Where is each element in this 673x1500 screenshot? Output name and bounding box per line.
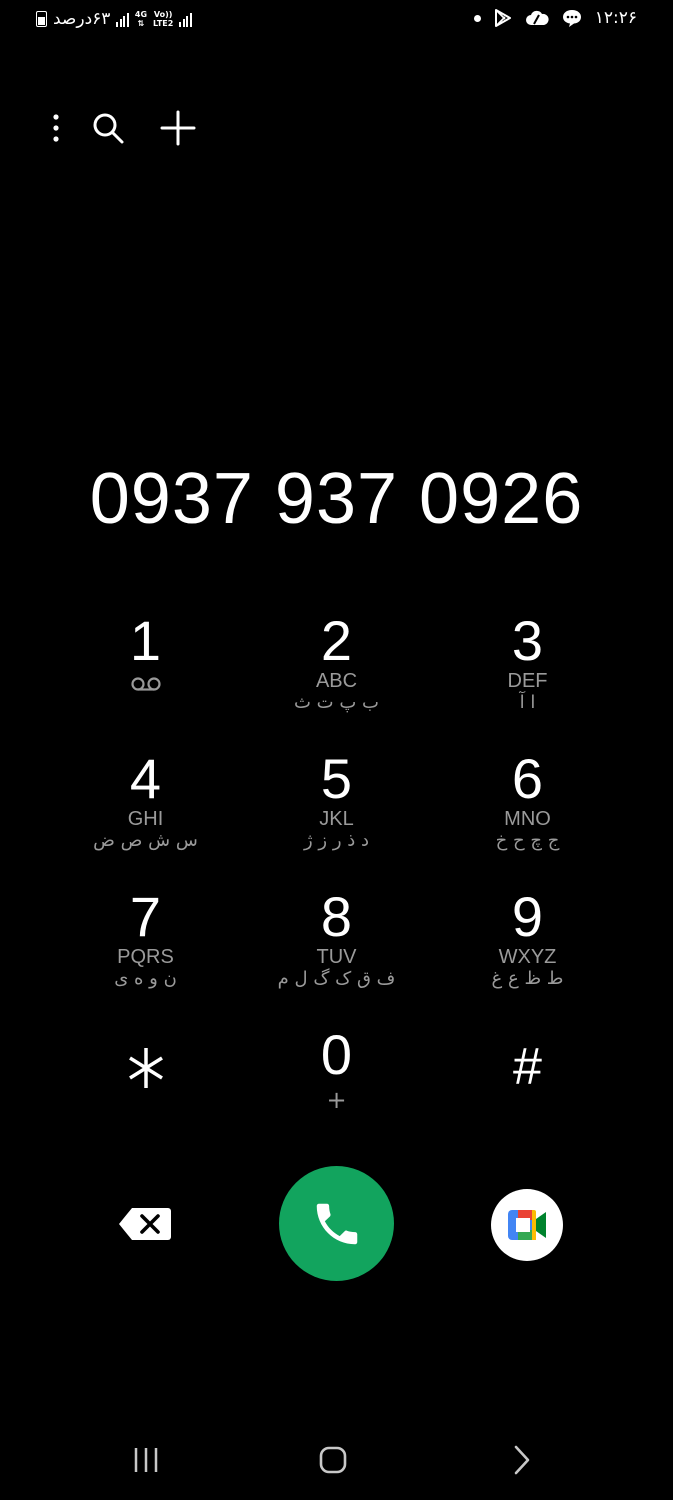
call-button[interactable] [279, 1166, 394, 1281]
key-7[interactable]: 7 PQRS ن و ه ی [50, 886, 241, 1024]
video-call-button[interactable] [491, 1189, 563, 1261]
volte-label: Vo)) [153, 10, 173, 19]
key-persian-letters: د ذ ر ز ژ [304, 830, 369, 851]
key-letters: GHI [127, 808, 164, 830]
more-options-button[interactable] [40, 106, 72, 150]
signal-bars-icon [116, 11, 129, 27]
system-navigation-bar [0, 1430, 673, 1490]
key-6[interactable]: 6 MNO ج چ ح خ [432, 748, 623, 886]
more-vert-icon [53, 114, 59, 142]
key-digit: 2 [320, 609, 353, 672]
status-left: ۶۳درصد 4G ⇅ Vo)) LTE2 [36, 9, 192, 29]
recents-icon [134, 1448, 158, 1472]
key-digit: 5 [320, 747, 353, 810]
key-plus: + [326, 1086, 347, 1114]
recents-button[interactable] [126, 1440, 166, 1480]
key-digit: 3 [511, 609, 544, 672]
key-persian-letters: ن و ه ی [114, 968, 177, 989]
key-letters: MNO [504, 808, 551, 830]
battery-text: ۶۳درصد [53, 9, 111, 29]
network-4g-label: 4G [134, 10, 148, 19]
home-button[interactable] [313, 1440, 353, 1480]
key-letters: ABC [315, 670, 358, 692]
chat-bubble-icon [562, 10, 581, 27]
key-digit: 8 [320, 885, 353, 948]
add-icon [160, 110, 196, 146]
dial-keypad: 1 2 ABC ب پ ت ث 3 DEF ا آ 4 GHI س ش ص ض … [50, 610, 623, 1162]
data-arrows-icon: ⇅ [137, 19, 145, 28]
key-hash[interactable]: # [432, 1024, 623, 1162]
phone-icon [316, 1203, 357, 1244]
key-2[interactable]: 2 ABC ب پ ت ث [241, 610, 432, 748]
cloud-icon [525, 10, 549, 25]
backspace-icon [119, 1208, 171, 1240]
key-digit: 0 [320, 1023, 353, 1086]
dialer-toolbar [40, 106, 200, 150]
key-persian-letters: ج چ ح خ [495, 830, 560, 851]
search-icon [93, 113, 124, 144]
key-persian-letters: ا آ [519, 692, 536, 713]
back-button[interactable] [501, 1440, 541, 1480]
key-digit: 4 [129, 747, 162, 810]
volte-icon: Vo)) LTE2 [153, 10, 173, 28]
notification-dot-icon [473, 14, 481, 22]
search-button[interactable] [86, 106, 130, 150]
key-3[interactable]: 3 DEF ا آ [432, 610, 623, 748]
key-digit: 6 [511, 747, 544, 810]
key-digit: 1 [129, 609, 162, 672]
battery-icon [36, 11, 47, 27]
add-contact-button[interactable] [156, 106, 200, 150]
key-persian-letters: ب پ ت ث [294, 692, 379, 713]
clock: ۱۲:۲۶ [594, 8, 637, 28]
key-persian-letters: ط ظ ع غ [491, 968, 564, 989]
play-store-icon [494, 9, 511, 27]
google-meet-icon [508, 1210, 546, 1240]
voicemail-icon [130, 677, 161, 691]
key-letters: DEF [507, 670, 548, 692]
key-digit: 7 [129, 885, 162, 948]
key-0[interactable]: 0 + [241, 1024, 432, 1162]
backspace-button[interactable] [118, 1206, 172, 1242]
key-letters: TUV [316, 946, 357, 968]
key-letters: WXYZ [498, 946, 557, 968]
key-1[interactable]: 1 [50, 610, 241, 748]
key-digit: 9 [511, 885, 544, 948]
signal-bars-2-icon [179, 11, 192, 27]
key-9[interactable]: 9 WXYZ ط ظ ع غ [432, 886, 623, 1024]
dialed-number[interactable]: 0937 937 0926 [0, 458, 673, 540]
dialer-actions [0, 1166, 673, 1282]
key-5[interactable]: 5 JKL د ذ ر ز ژ [241, 748, 432, 886]
key-4[interactable]: 4 GHI س ش ص ض [50, 748, 241, 886]
back-icon [514, 1445, 530, 1475]
key-digit: # [513, 1038, 542, 1096]
network-4g-icon: 4G ⇅ [135, 10, 147, 28]
home-icon [319, 1446, 347, 1474]
key-persian-letters: س ش ص ض [93, 830, 198, 851]
status-bar: ۶۳درصد 4G ⇅ Vo)) LTE2 ۱۲:۲۶ [0, 0, 673, 44]
lte2-label: LTE2 [153, 19, 174, 28]
key-star[interactable]: * [50, 1024, 241, 1162]
key-letters: JKL [319, 808, 354, 830]
key-persian-letters: ف ق ک گ ل م [277, 968, 396, 989]
key-8[interactable]: 8 TUV ف ق ک گ ل م [241, 886, 432, 1024]
status-right: ۱۲:۲۶ [473, 8, 637, 28]
asterisk-icon [128, 1048, 163, 1088]
key-letters: PQRS [117, 946, 174, 968]
